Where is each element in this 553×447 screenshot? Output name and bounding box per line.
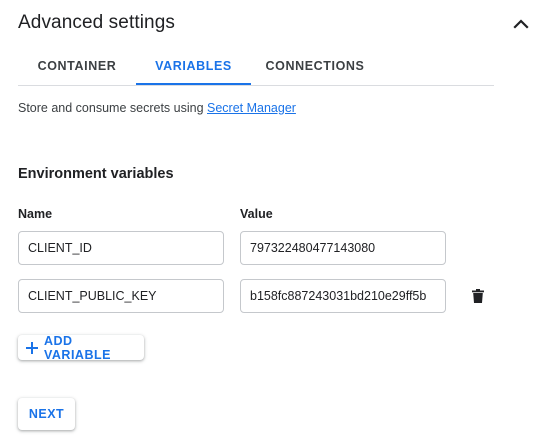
secrets-description: Store and consume secrets using Secret M… [18, 101, 296, 115]
trash-icon[interactable] [468, 285, 488, 307]
env-name-field[interactable]: CLIENT_PUBLIC_KEY [18, 279, 224, 313]
section-title-advanced-settings: Advanced settings [18, 12, 175, 33]
env-value-field[interactable]: b158fc887243031bd210e29ff5b [240, 279, 446, 313]
env-name-field[interactable]: CLIENT_ID [18, 231, 224, 265]
next-button[interactable]: NEXT [18, 398, 75, 430]
tab-connections[interactable]: CONNECTIONS [251, 48, 379, 84]
tab-container[interactable]: CONTAINER [18, 48, 136, 84]
env-value-field[interactable]: 797322480477143080 [240, 231, 446, 265]
value-column-header: Value [240, 207, 273, 221]
secrets-description-text: Store and consume secrets using [18, 101, 207, 115]
plus-icon [26, 341, 38, 354]
environment-variables-title: Environment variables [18, 166, 174, 182]
advanced-settings-panel: Advanced settings CONTAINER VARIABLES CO… [0, 0, 553, 447]
name-column-header: Name [18, 207, 53, 221]
add-variable-label: ADD VARIABLE [44, 333, 111, 362]
tab-bar: CONTAINER VARIABLES CONNECTIONS [18, 48, 494, 86]
secret-manager-link[interactable]: Secret Manager [207, 101, 296, 115]
chevron-up-icon[interactable] [507, 10, 535, 38]
tab-variables[interactable]: VARIABLES [136, 48, 251, 85]
add-variable-button[interactable]: ADD VARIABLE [18, 333, 144, 362]
